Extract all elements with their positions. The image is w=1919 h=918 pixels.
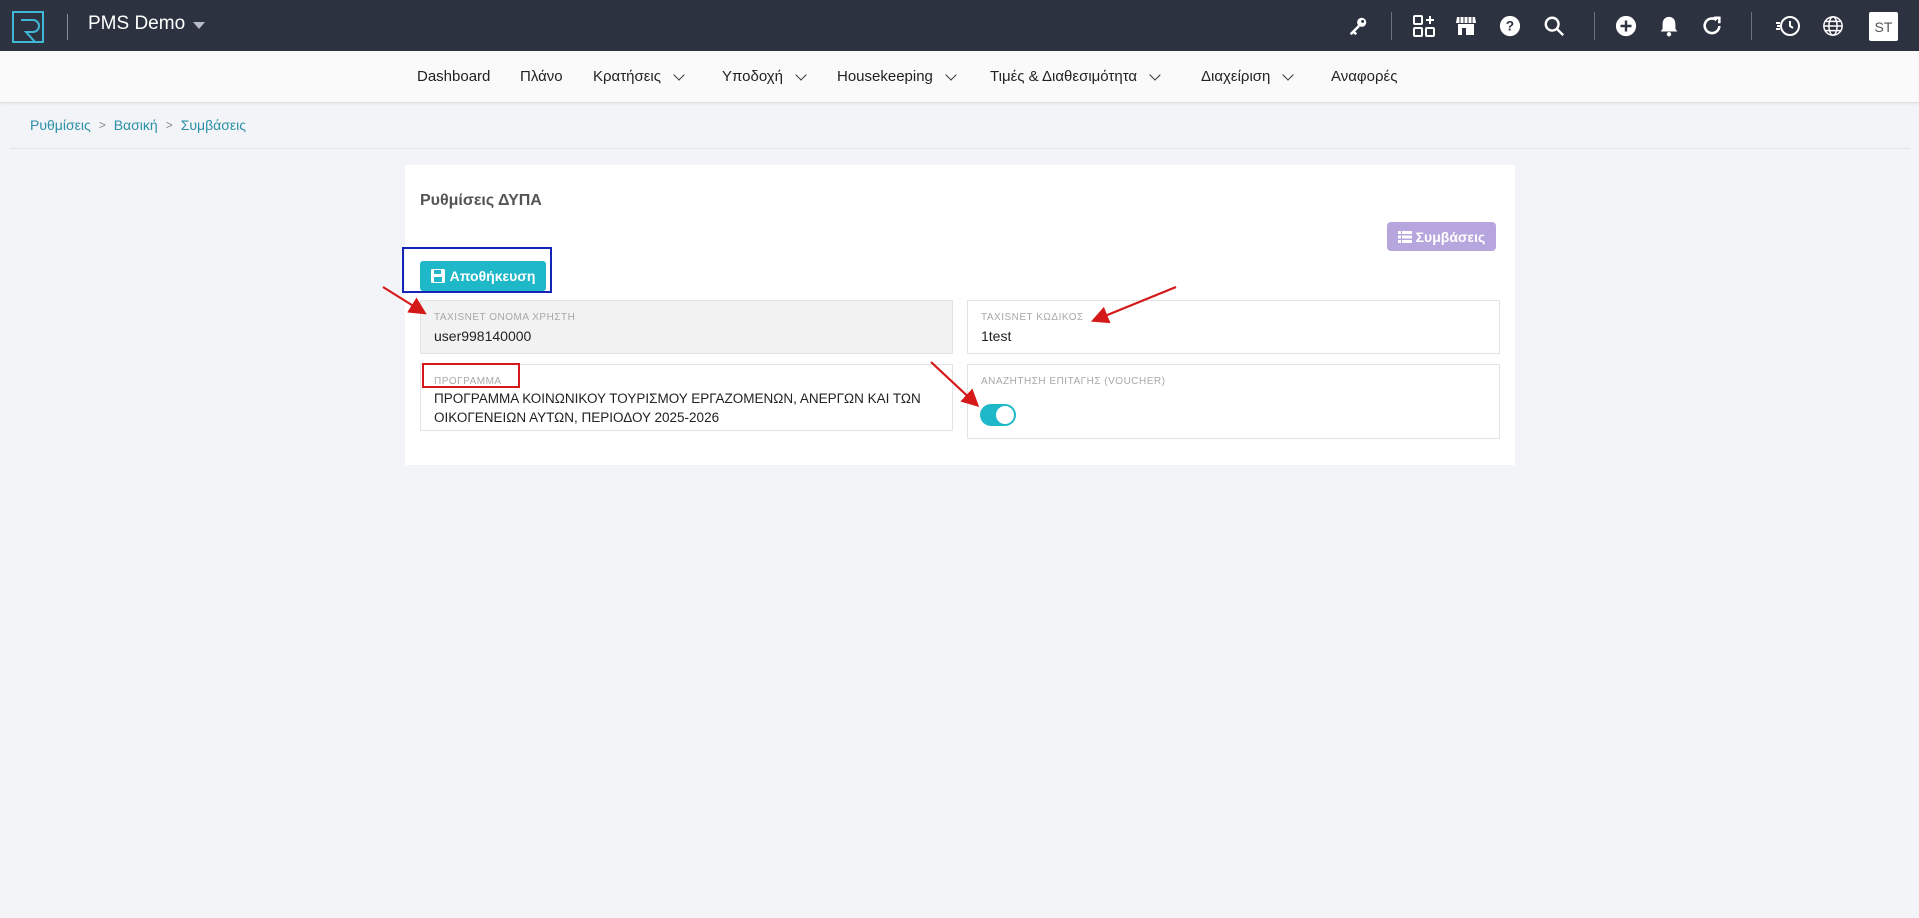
annotation-box-red: [422, 363, 520, 388]
voucher-search-field: ΑΝΑΖΗΤΗΣΗ ΕΠΙΤΑΓΗΣ (VOUCHER): [967, 364, 1500, 439]
history-icon[interactable]: [1775, 13, 1801, 39]
nav-dashboard[interactable]: Dashboard: [417, 68, 490, 85]
nav-rates-availability[interactable]: Τιμές & Διαθεσιμότητα: [990, 68, 1161, 85]
contracts-button-label: Συμβάσεις: [1415, 228, 1486, 245]
nav-label: Κρατήσεις: [593, 68, 661, 85]
nav-label: Αναφορές: [1331, 68, 1398, 85]
chevron-down-icon: [1149, 68, 1161, 81]
settings-card: Ρυθμίσεις ΔΥΠΑ Συμβάσεις Αποθήκευση TAXI…: [405, 165, 1515, 465]
breadcrumb: Ρυθμίσεις > Βασική > Συμβάσεις: [30, 117, 246, 133]
toolbar-divider: [1391, 12, 1392, 40]
help-icon[interactable]: ?: [1497, 13, 1523, 39]
main-nav: Dashboard Πλάνο Κρατήσεις Υποδοχή Housek…: [0, 51, 1919, 103]
chevron-down-icon: [673, 68, 685, 81]
nav-reports[interactable]: Αναφορές: [1331, 68, 1397, 85]
field-label: TAXISNET ΟΝΟΜΑ ΧΡΗΣΤΗ: [434, 312, 576, 323]
nav-housekeeping[interactable]: Housekeeping: [837, 68, 957, 85]
page-title: Ρυθμίσεις ΔΥΠΑ: [420, 192, 542, 209]
plus-circle-icon[interactable]: [1613, 13, 1639, 39]
nav-label: Housekeeping: [837, 68, 933, 85]
annotation-box-blue: [402, 247, 552, 293]
voucher-search-toggle[interactable]: [980, 404, 1016, 426]
nav-label: Πλάνο: [520, 68, 563, 85]
nav-label: Dashboard: [417, 68, 491, 85]
store-icon[interactable]: [1453, 13, 1479, 39]
field-label: TAXISNET ΚΩΔΙΚΟΣ: [981, 312, 1084, 323]
toolbar-divider: [1751, 12, 1752, 40]
caret-down-icon: [193, 21, 206, 29]
chevron-down-icon: [945, 68, 957, 81]
breadcrumb-separator: >: [165, 118, 173, 132]
property-selector[interactable]: PMS Demo: [88, 13, 206, 35]
toggle-knob: [996, 406, 1014, 424]
toolbar-divider: [1594, 12, 1595, 40]
logo-icon[interactable]: [12, 11, 44, 43]
nav-reception[interactable]: Υποδοχή: [722, 68, 807, 85]
nav-plan[interactable]: Πλάνο: [520, 68, 563, 85]
svg-text:?: ?: [1506, 19, 1514, 34]
search-icon[interactable]: [1541, 13, 1567, 39]
taxisnet-username-value: user998140000: [434, 328, 532, 344]
breadcrumb-separator: >: [98, 118, 106, 132]
breadcrumb-settings[interactable]: Ρυθμίσεις: [30, 117, 91, 133]
user-avatar[interactable]: ST: [1869, 12, 1898, 41]
key-icon[interactable]: [1345, 13, 1371, 39]
contracts-button[interactable]: Συμβάσεις: [1387, 222, 1496, 251]
breadcrumb-divider: [10, 148, 1910, 149]
nav-label: Υποδοχή: [722, 68, 783, 85]
field-label: ΑΝΑΖΗΤΗΣΗ ΕΠΙΤΑΓΗΣ (VOUCHER): [981, 376, 1166, 387]
chevron-down-icon: [795, 68, 807, 81]
globe-icon[interactable]: [1820, 13, 1846, 39]
taxisnet-username-field[interactable]: TAXISNET ΟΝΟΜΑ ΧΡΗΣΤΗ user998140000: [420, 300, 953, 354]
property-name: PMS Demo: [88, 13, 186, 34]
bell-icon[interactable]: [1656, 13, 1682, 39]
breadcrumb-contracts[interactable]: Συμβάσεις: [181, 117, 246, 133]
brand-divider: [67, 14, 68, 40]
list-icon: [1397, 230, 1412, 243]
breadcrumb-basic[interactable]: Βασική: [114, 117, 158, 133]
top-bar: PMS Demo ? ST: [0, 0, 1919, 51]
nav-management[interactable]: Διαχείριση: [1201, 68, 1295, 85]
apps-add-icon[interactable]: [1411, 13, 1437, 39]
nav-label: Τιμές & Διαθεσιμότητα: [990, 68, 1138, 85]
chevron-down-icon: [1282, 68, 1295, 81]
taxisnet-password-field[interactable]: TAXISNET ΚΩΔΙΚΟΣ 1test: [967, 300, 1500, 354]
taxisnet-password-value: 1test: [981, 328, 1012, 344]
nav-label: Διαχείριση: [1201, 68, 1271, 85]
program-value: ΠΡΟΓΡΑΜΜΑ ΚΟΙΝΩΝΙΚΟΥ ΤΟΥΡΙΣΜΟΥ ΕΡΓΑΖΟΜΕΝ…: [434, 391, 921, 425]
nav-reservations[interactable]: Κρατήσεις: [593, 68, 685, 85]
refresh-icon[interactable]: [1699, 13, 1725, 39]
